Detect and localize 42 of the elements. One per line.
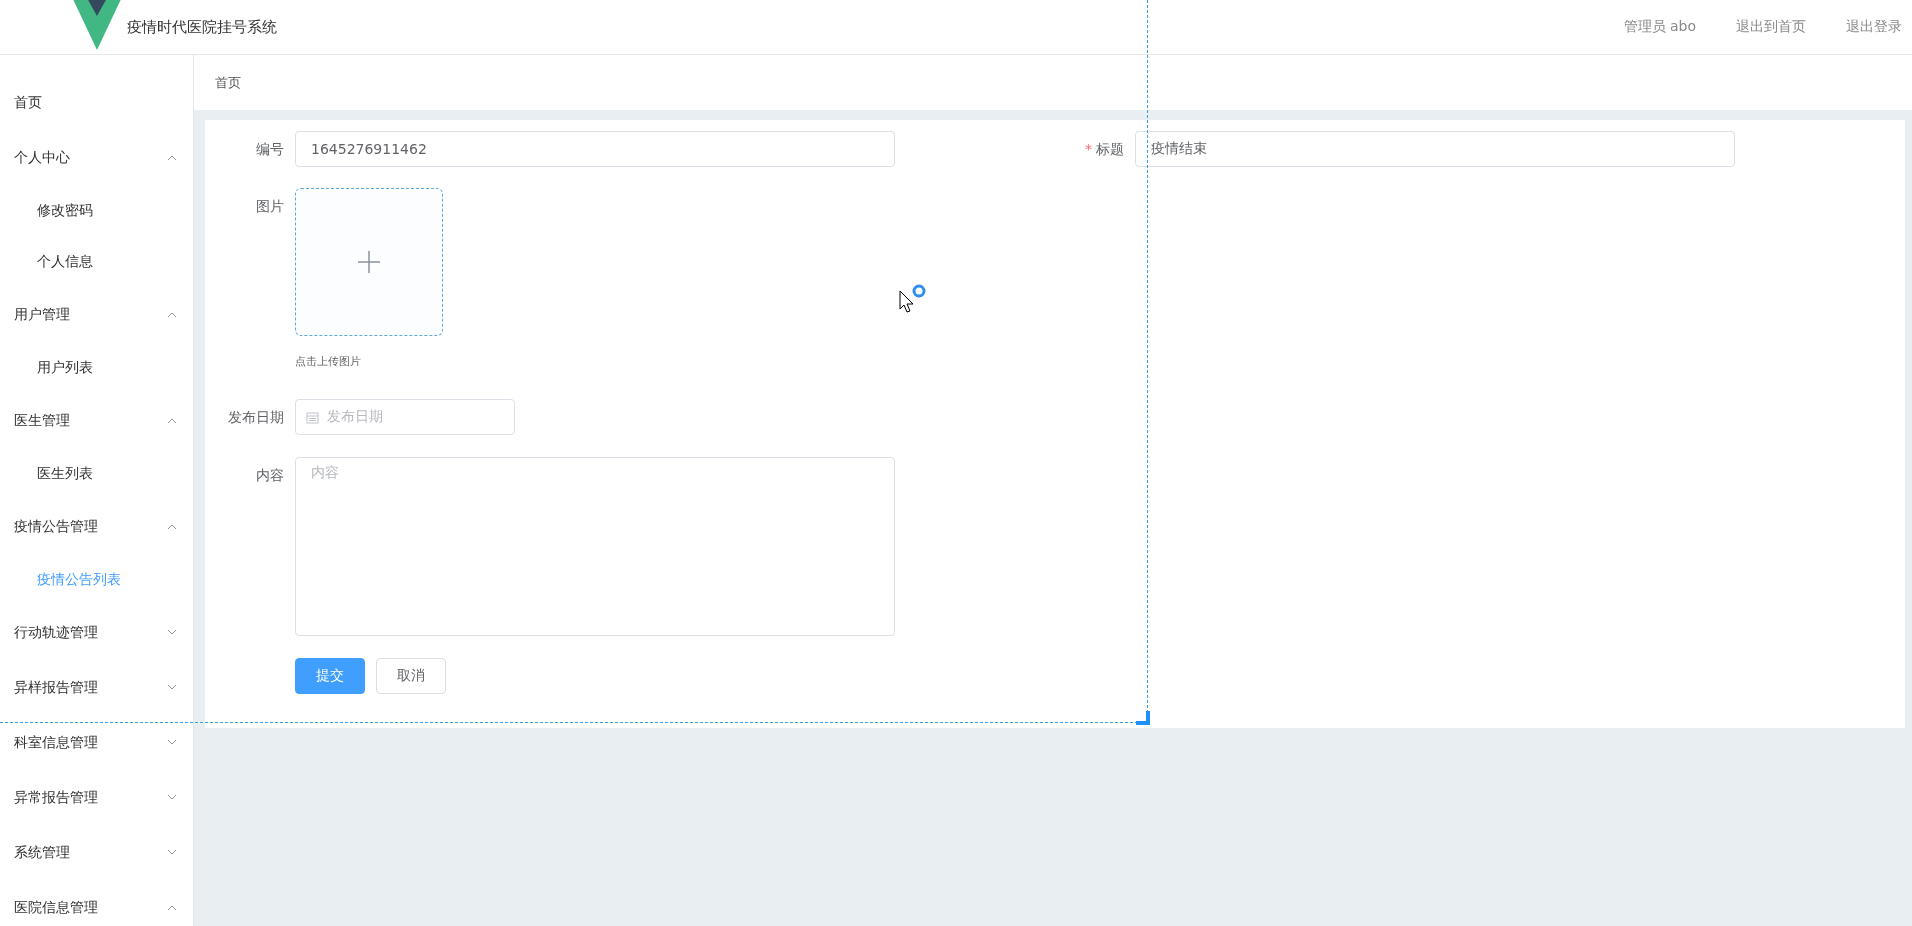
field-label: * 标题: [1084, 140, 1125, 159]
menu-group[interactable]: 行动轨迹管理: [0, 605, 193, 660]
field-label: 图片: [255, 197, 285, 216]
header-link[interactable]: 退出登录: [1846, 18, 1902, 36]
menu-item[interactable]: 用户列表: [0, 342, 193, 393]
cancel-button[interactable]: 取消: [376, 658, 446, 694]
chevron-icon: [167, 629, 177, 636]
breadcrumb-item[interactable]: 首页: [215, 73, 241, 92]
chevron-icon: [167, 523, 177, 530]
header-link[interactable]: 管理员 abo: [1623, 18, 1696, 36]
calendar-icon: [306, 410, 319, 424]
menu-group[interactable]: 异样报告管理: [0, 660, 193, 715]
chevron-icon: [167, 739, 177, 746]
menu-item[interactable]: 修改密码: [0, 185, 193, 236]
plus-icon: [357, 250, 381, 274]
menu-group[interactable]: 首页: [0, 75, 193, 130]
chevron-icon: [167, 794, 177, 801]
menu-item[interactable]: 医生列表: [0, 448, 193, 499]
menu-group[interactable]: 个人中心: [0, 130, 193, 185]
chevron-icon: [167, 311, 177, 318]
chevron-icon: [167, 684, 177, 691]
upload-hint: 点击上传图片: [295, 354, 362, 369]
chevron-icon: [167, 417, 177, 424]
menu-item[interactable]: 个人信息: [0, 236, 193, 287]
field-label: 编号: [255, 140, 285, 159]
menu-group[interactable]: 用户管理: [0, 287, 193, 342]
title-field[interactable]: 疫情结束: [1135, 131, 1735, 167]
corner-handle[interactable]: [1136, 711, 1150, 725]
menu-group[interactable]: 疫情公告管理: [0, 499, 193, 554]
chevron-icon: [167, 849, 177, 856]
chevron-icon: [167, 904, 177, 911]
field-label: 发布日期: [227, 408, 285, 427]
menu-group[interactable]: 医院信息管理: [0, 880, 193, 926]
menu-group[interactable]: 系统管理: [0, 825, 193, 880]
menu-group[interactable]: 科室信息管理: [0, 715, 193, 770]
chevron-icon: [167, 154, 177, 161]
number-field[interactable]: 1645276911462: [295, 131, 895, 167]
menu-group[interactable]: 异常报告管理: [0, 770, 193, 825]
header-link[interactable]: 退出到首页: [1736, 18, 1806, 36]
field-label: 内容: [255, 466, 285, 485]
app-title: 疫情时代医院挂号系统: [127, 17, 277, 37]
menu-group[interactable]: 医生管理: [0, 393, 193, 448]
